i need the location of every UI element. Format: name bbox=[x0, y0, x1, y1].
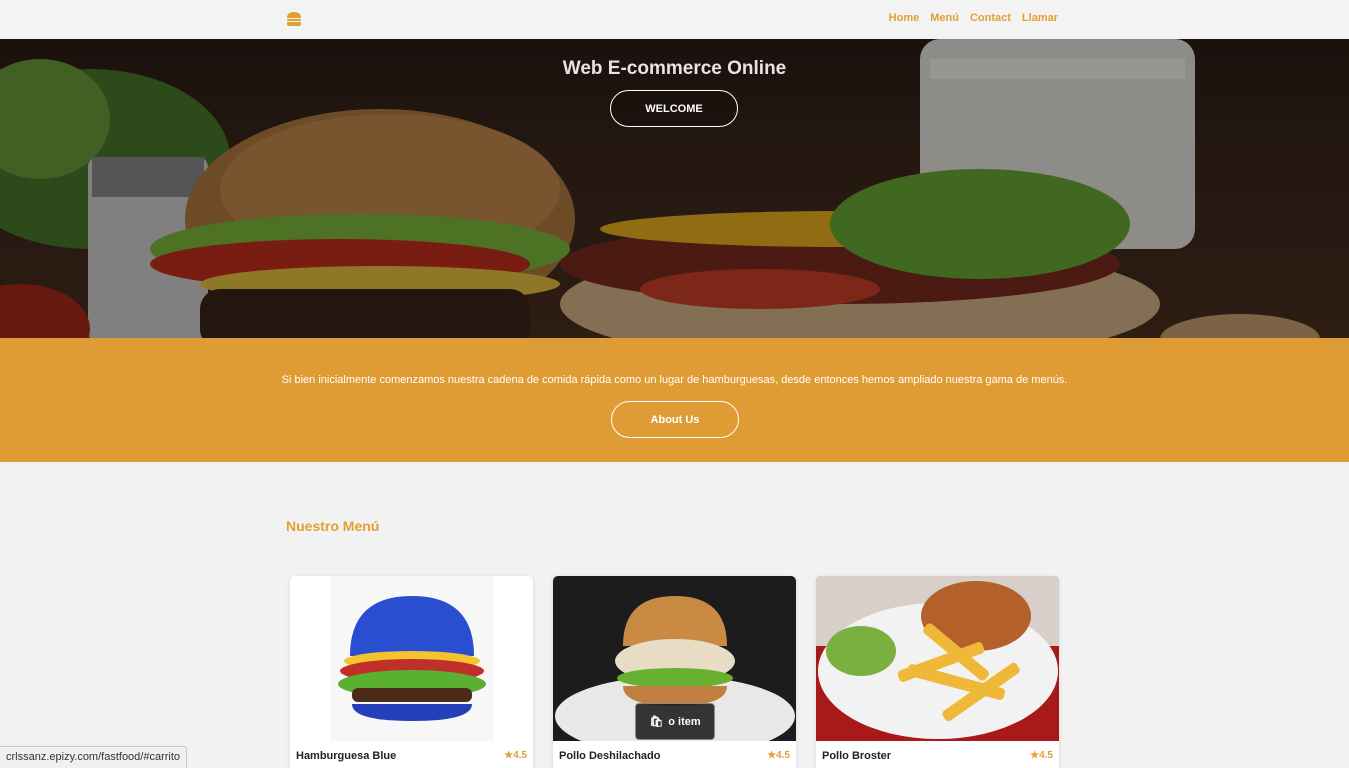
rating: ★4.5 bbox=[504, 750, 527, 761]
rating: ★4.5 bbox=[767, 750, 790, 761]
shopping-bag-icon: 🛍 bbox=[649, 716, 664, 728]
cart-count: o item bbox=[668, 715, 701, 728]
rating: ★4.5 bbox=[1030, 750, 1053, 761]
nav-contact-link[interactable]: Contact bbox=[970, 12, 1011, 24]
rating-value: 4.5 bbox=[776, 750, 790, 761]
star-icon: ★ bbox=[767, 750, 777, 761]
about-band: Si bien inicialmente comenzamos nuestra … bbox=[0, 338, 1349, 462]
welcome-button[interactable]: WELCOME bbox=[610, 90, 738, 127]
rating-value: 4.5 bbox=[513, 750, 527, 761]
burger-icon[interactable] bbox=[286, 11, 302, 27]
star-icon: ★ bbox=[504, 750, 514, 761]
blue-burger-image bbox=[290, 576, 533, 741]
menu-card[interactable]: Pollo Broster ★4.5 bbox=[816, 576, 1059, 768]
top-navbar: Home Menú Contact Llamar bbox=[0, 0, 1349, 39]
menu-item-name: Hamburguesa Blue bbox=[296, 750, 397, 762]
rating-value: 4.5 bbox=[1039, 750, 1053, 761]
nav-call-link[interactable]: Llamar bbox=[1022, 12, 1058, 24]
cart-button[interactable]: 🛍 o item bbox=[635, 703, 715, 740]
browser-status-url: crlssanz.epizy.com/fastfood/#carrito bbox=[0, 746, 188, 768]
hero-food-image bbox=[0, 39, 1349, 338]
menu-card[interactable]: Hamburguesa Blue ★4.5 bbox=[290, 576, 533, 768]
star-icon: ★ bbox=[1030, 750, 1040, 761]
nav-home-link[interactable]: Home bbox=[889, 12, 920, 24]
hero-banner: Web E-commerce Online WELCOME bbox=[0, 39, 1349, 338]
main-nav: Home Menú Contact Llamar bbox=[889, 12, 1058, 24]
menu-card[interactable]: 🛍 o item Pollo Deshilachado ★4.5 bbox=[553, 576, 796, 768]
about-text: Si bien inicialmente comenzamos nuestra … bbox=[281, 374, 1068, 386]
nav-menu-link[interactable]: Menú bbox=[930, 12, 959, 24]
menu-section-title: Nuestro Menú bbox=[286, 518, 380, 534]
fried-chicken-image bbox=[816, 576, 1059, 741]
menu-item-name: Pollo Deshilachado bbox=[559, 750, 661, 762]
hero-title: Web E-commerce Online bbox=[562, 58, 787, 79]
menu-item-name: Pollo Broster bbox=[822, 750, 892, 762]
about-us-button[interactable]: About Us bbox=[611, 401, 739, 438]
